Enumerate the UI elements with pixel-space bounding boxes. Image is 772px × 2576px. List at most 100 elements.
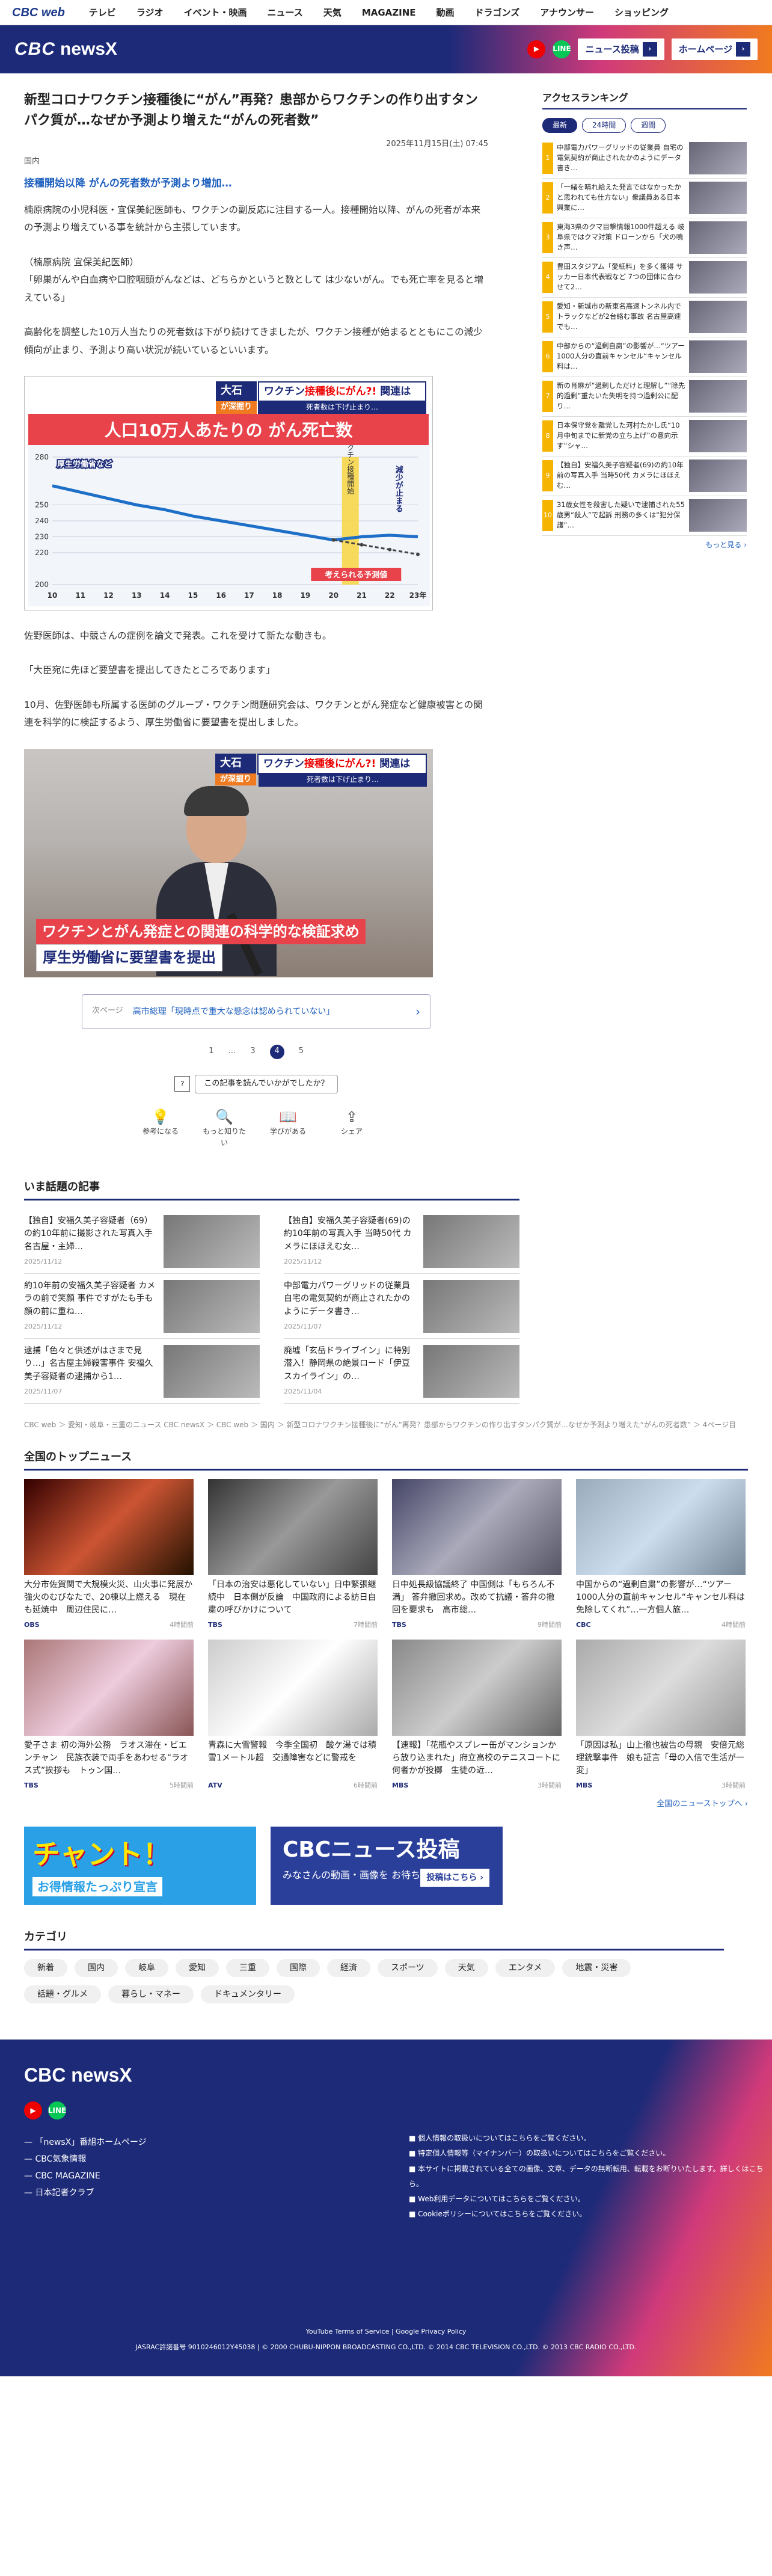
- policy-link[interactable]: Web利用データについてはこちらをご覧ください。: [409, 2192, 772, 2207]
- hot-article[interactable]: 廃墟「玄岳ドライブイン」に特別潜入！静岡県の絶景ロード「伊豆スカイライン」の… 2…: [284, 1339, 519, 1404]
- category-chip[interactable]: 三重: [226, 1958, 269, 1977]
- feedback-prompt: ? この記事を読んでいかがでしたか？: [24, 1074, 488, 1093]
- national-article-meta: TBS 5時間前: [24, 1780, 194, 1791]
- next-page-link[interactable]: 次ページ 高市総理「現時点で重大な懸念は認められていない」 ›: [82, 994, 430, 1029]
- national-article[interactable]: 愛子さま 初の海外公務 ラオス滞在・ビエンチャン 民族衣装で両手をあわせる“ラオ…: [24, 1640, 194, 1791]
- hot-article[interactable]: 約10年前の安福久美子容疑者 カメラの前で笑顔 事件ですがたも手も顔の前に重ね……: [24, 1274, 260, 1339]
- newsx-logo[interactable]: CBC newsX: [14, 35, 117, 64]
- national-article[interactable]: 「日本の治安は悪化していない」日中緊張継続中 日本側が反論 中国政府による訪日自…: [208, 1478, 378, 1631]
- hot-article[interactable]: 逮捕「色々と供述がはさまで見り…」名古屋主婦殺害事件 安福久美子容疑者の逮捕から…: [24, 1339, 260, 1404]
- category-chip[interactable]: 暮らし・マネー: [108, 1985, 194, 2004]
- line-icon[interactable]: LINE: [553, 40, 571, 58]
- ranking-tab[interactable]: 24時間: [582, 117, 626, 133]
- news-source: MBS: [392, 1781, 409, 1790]
- ranking-item[interactable]: 5 愛知・新城市の新東名高速トンネル内でトラックなどが2台絡む事故 名古屋高速でも…: [542, 298, 747, 337]
- national-article[interactable]: 【速報】「花瓶やスプレー缶がマンションから放り込まれた」府立高校のテニスコートに…: [392, 1640, 562, 1791]
- policy-link[interactable]: Cookieポリシーについてはこちらをご覧ください。: [409, 2207, 772, 2222]
- line-icon[interactable]: LINE: [48, 2101, 66, 2120]
- ranking-item[interactable]: 1 中部電力パワーグリッドの従業員 自宅の電気契約が商止されたかのようにデータ書き…: [542, 139, 747, 179]
- national-more-link[interactable]: 全国のニューストップへ ›: [24, 1798, 748, 1811]
- category-chip[interactable]: 岐阜: [125, 1958, 168, 1977]
- nav-tv[interactable]: テレビ: [89, 5, 116, 20]
- national-article[interactable]: 大分市佐賀関で大規模火災、山火事に発展か 強火のむびなたで、20棟以上燃える 現…: [24, 1478, 194, 1631]
- nav-magazine[interactable]: MAGAZINE: [362, 5, 416, 20]
- news-post-banner[interactable]: CBCニュース投稿 みなさんの動画・画像を お待ちしています。 投稿はこちら ›: [271, 1826, 503, 1905]
- category-chip[interactable]: 話題・グルメ: [24, 1985, 101, 2004]
- news-time: 3時間前: [538, 1781, 562, 1790]
- breadcrumb[interactable]: CBC web ＞ 愛知・岐阜・三重のニュース CBC newsX ＞ CBC …: [0, 1404, 772, 1449]
- hot-articles-section: いま話題の記事 【独自】安福久美子容疑者（69）の約10年前に撮影された写真入手…: [0, 1179, 544, 1404]
- nav-shopping[interactable]: ショッピング: [614, 5, 669, 20]
- policy-link[interactable]: 個人情報の取扱いについてはこちらをご覧ください。: [409, 2131, 772, 2146]
- national-article-meta: TBS 7時間前: [208, 1620, 378, 1631]
- chant-banner[interactable]: チャント！ お得情報たっぷり宣言: [24, 1826, 256, 1905]
- photo-caption: ワクチンとがん発症との関連の科学的な検証求め 厚生労働省に要望書を提出: [36, 919, 397, 971]
- nav-announcer[interactable]: アナウンサー: [540, 5, 594, 20]
- terms-links[interactable]: YouTube Terms of Service | Google Privac…: [0, 2326, 772, 2337]
- ranking-item[interactable]: 10 31歳女性を殺害した疑いで逮捕された55歳男“殺人”で起訴 刑務の多くは“犯…: [542, 496, 747, 536]
- ranking-tab[interactable]: 週間: [631, 117, 666, 133]
- policy-link[interactable]: 特定個人情報等（マイナンバー）の取扱いについてはこちらをご覧ください。: [409, 2146, 772, 2161]
- article-date: 2025年11月15日(土) 07:45: [386, 140, 488, 149]
- reaction-helpful-button[interactable]: 💡 参考になる: [136, 1105, 185, 1149]
- footer-logo[interactable]: CBC newsX: [24, 2060, 748, 2091]
- ranking-item[interactable]: 2 「一緒を晴れ給えた発言ではなかったかと思われても仕方ない」衆議員ある日本興業に…: [542, 179, 747, 218]
- question-icon: ?: [174, 1076, 191, 1092]
- national-article[interactable]: 青森に大雪警報 今季全国初 酸ケ湯では積雪1メートル超 交通障害などに警戒を AT…: [208, 1640, 378, 1791]
- rank-text: 豊田スタジアム「愛紙料」を多く獲得 サッカー日本代表戦など 7つの団体に合わせて…: [557, 262, 683, 291]
- national-article[interactable]: 「原因は私」山上徹也被告の母親 安倍元総理銃撃事件 娘も証言「母の入信で生活が一…: [576, 1640, 746, 1791]
- nav-video[interactable]: 動画: [437, 5, 455, 20]
- hot-article-thumb: [164, 1279, 260, 1333]
- nav-weather[interactable]: 天気: [323, 5, 342, 20]
- page-link-5[interactable]: 5: [299, 1045, 304, 1058]
- share-button[interactable]: ⇪ シェア: [328, 1105, 376, 1149]
- news-post-button[interactable]: ニュース投稿 ›: [578, 38, 664, 60]
- next-page-title: 高市総理「現時点で重大な懸念は認められていない」: [132, 1006, 335, 1016]
- national-article[interactable]: 中国からの“過剰自粛”の影響が…“ツアー1000人分の直前キャンセル“キャンセル…: [576, 1478, 746, 1631]
- ranking-item[interactable]: 9 【独自】安福久美子容疑者(69)の約10年前の写真入手 当時50代 カメラにほ…: [542, 456, 747, 496]
- youtube-icon[interactable]: ▶: [24, 2101, 42, 2120]
- ranking-tab[interactable]: 最新: [542, 117, 578, 133]
- category-chip[interactable]: 地震・災害: [562, 1958, 631, 1977]
- category-chip[interactable]: 愛知: [176, 1958, 219, 1977]
- nav-radio[interactable]: ラジオ: [136, 5, 164, 20]
- nav-events[interactable]: イベント・映画: [184, 5, 247, 20]
- ranking-item[interactable]: 4 豊田スタジアム「愛紙料」を多く獲得 サッカー日本代表戦など 7つの団体に合わせ…: [542, 258, 747, 298]
- x-tick-label: 11: [75, 591, 85, 600]
- reaction-more-button[interactable]: 🔍 もっと知りたい: [200, 1105, 248, 1149]
- ranking-title: アクセスランキング: [542, 90, 747, 109]
- category-chip[interactable]: ドキュメンタリー: [201, 1985, 295, 2004]
- ranking-item[interactable]: 7 新の肖麻が“過剰しただけと理解し”“除先的過剰”重たいた失明を持つ過剰公に配り…: [542, 377, 747, 417]
- category-chip[interactable]: エンタメ: [495, 1958, 556, 1977]
- ranking-item[interactable]: 8 日本保守党を離党した河村たかし氏“10月中旬までに新党の立ち上げ”の意向示す“…: [542, 417, 747, 456]
- category-chip[interactable]: 新着: [24, 1958, 67, 1977]
- nav-dragons[interactable]: ドラゴンズ: [475, 5, 520, 20]
- category-chip[interactable]: スポーツ: [378, 1958, 438, 1977]
- hot-article[interactable]: 中部電力パワーグリッドの従業員 自宅の電気契約が商止されたかのようにデータ書き……: [284, 1274, 519, 1339]
- category-chip[interactable]: 国際: [277, 1958, 320, 1977]
- paragraph: 佐野医師は、中競さんの症例を論文で発表。これを受けて新たな動きも。: [24, 630, 332, 642]
- category-chip[interactable]: 国内: [75, 1958, 118, 1977]
- cancer-death-chart: 280 250 240 230 220 200 10 11 12 13 14 15 16 17 18 19 20…: [28, 445, 430, 607]
- article-category[interactable]: 国内: [24, 156, 488, 168]
- national-article[interactable]: 日中処長級協議終了 中国側は「もちろん不満」 答弁撤回求め。改めて抗議・答弁の撤…: [392, 1478, 562, 1631]
- hot-article[interactable]: 【独自】安福久美子容疑者(69)の約10年前の写真入手 当時50代 カメラにほほ…: [284, 1209, 519, 1274]
- policy-link[interactable]: 本サイトに掲載されている全ての画像、文章、データの無断転用、転載をお断りいたしま…: [409, 2162, 772, 2192]
- caption-line2: 厚生労働省に要望書を提出: [36, 944, 222, 971]
- page-link-3[interactable]: 3: [250, 1045, 255, 1058]
- page-link-1[interactable]: 1: [209, 1045, 213, 1058]
- cbc-web-logo[interactable]: CBC web: [12, 3, 65, 22]
- hot-article-text: 【独自】安福久美子容疑者(69)の約10年前の写真入手 当時50代 カメラにほほ…: [284, 1215, 416, 1267]
- y-tick-label: 280: [35, 453, 49, 461]
- header-actions: ▶ LINE ニュース投稿 › ホームページ ›: [527, 38, 758, 60]
- homepage-button[interactable]: ホームページ ›: [671, 38, 758, 60]
- hot-article[interactable]: 【独自】安福久美子容疑者（69）の約10年前に撮影された写真入手 名古屋・主婦……: [24, 1209, 260, 1274]
- nav-news[interactable]: ニュース: [268, 5, 303, 20]
- reaction-learn-button[interactable]: 📖 学びがある: [264, 1105, 312, 1149]
- youtube-icon[interactable]: ▶: [527, 40, 546, 58]
- category-chip[interactable]: 経済: [327, 1958, 370, 1977]
- ranking-item[interactable]: 3 東海3県のクマ目撃情報1000件超える 岐阜県ではクマ対策 ドローンから「犬の…: [542, 218, 747, 258]
- ranking-more-link[interactable]: もっと見る ›: [542, 539, 747, 551]
- ranking-item[interactable]: 6 中部からの“過剰自粛”の影響が…“ツアー1000人分の直前キャンセル“キャンセ…: [542, 337, 747, 377]
- category-chip[interactable]: 天気: [444, 1958, 488, 1977]
